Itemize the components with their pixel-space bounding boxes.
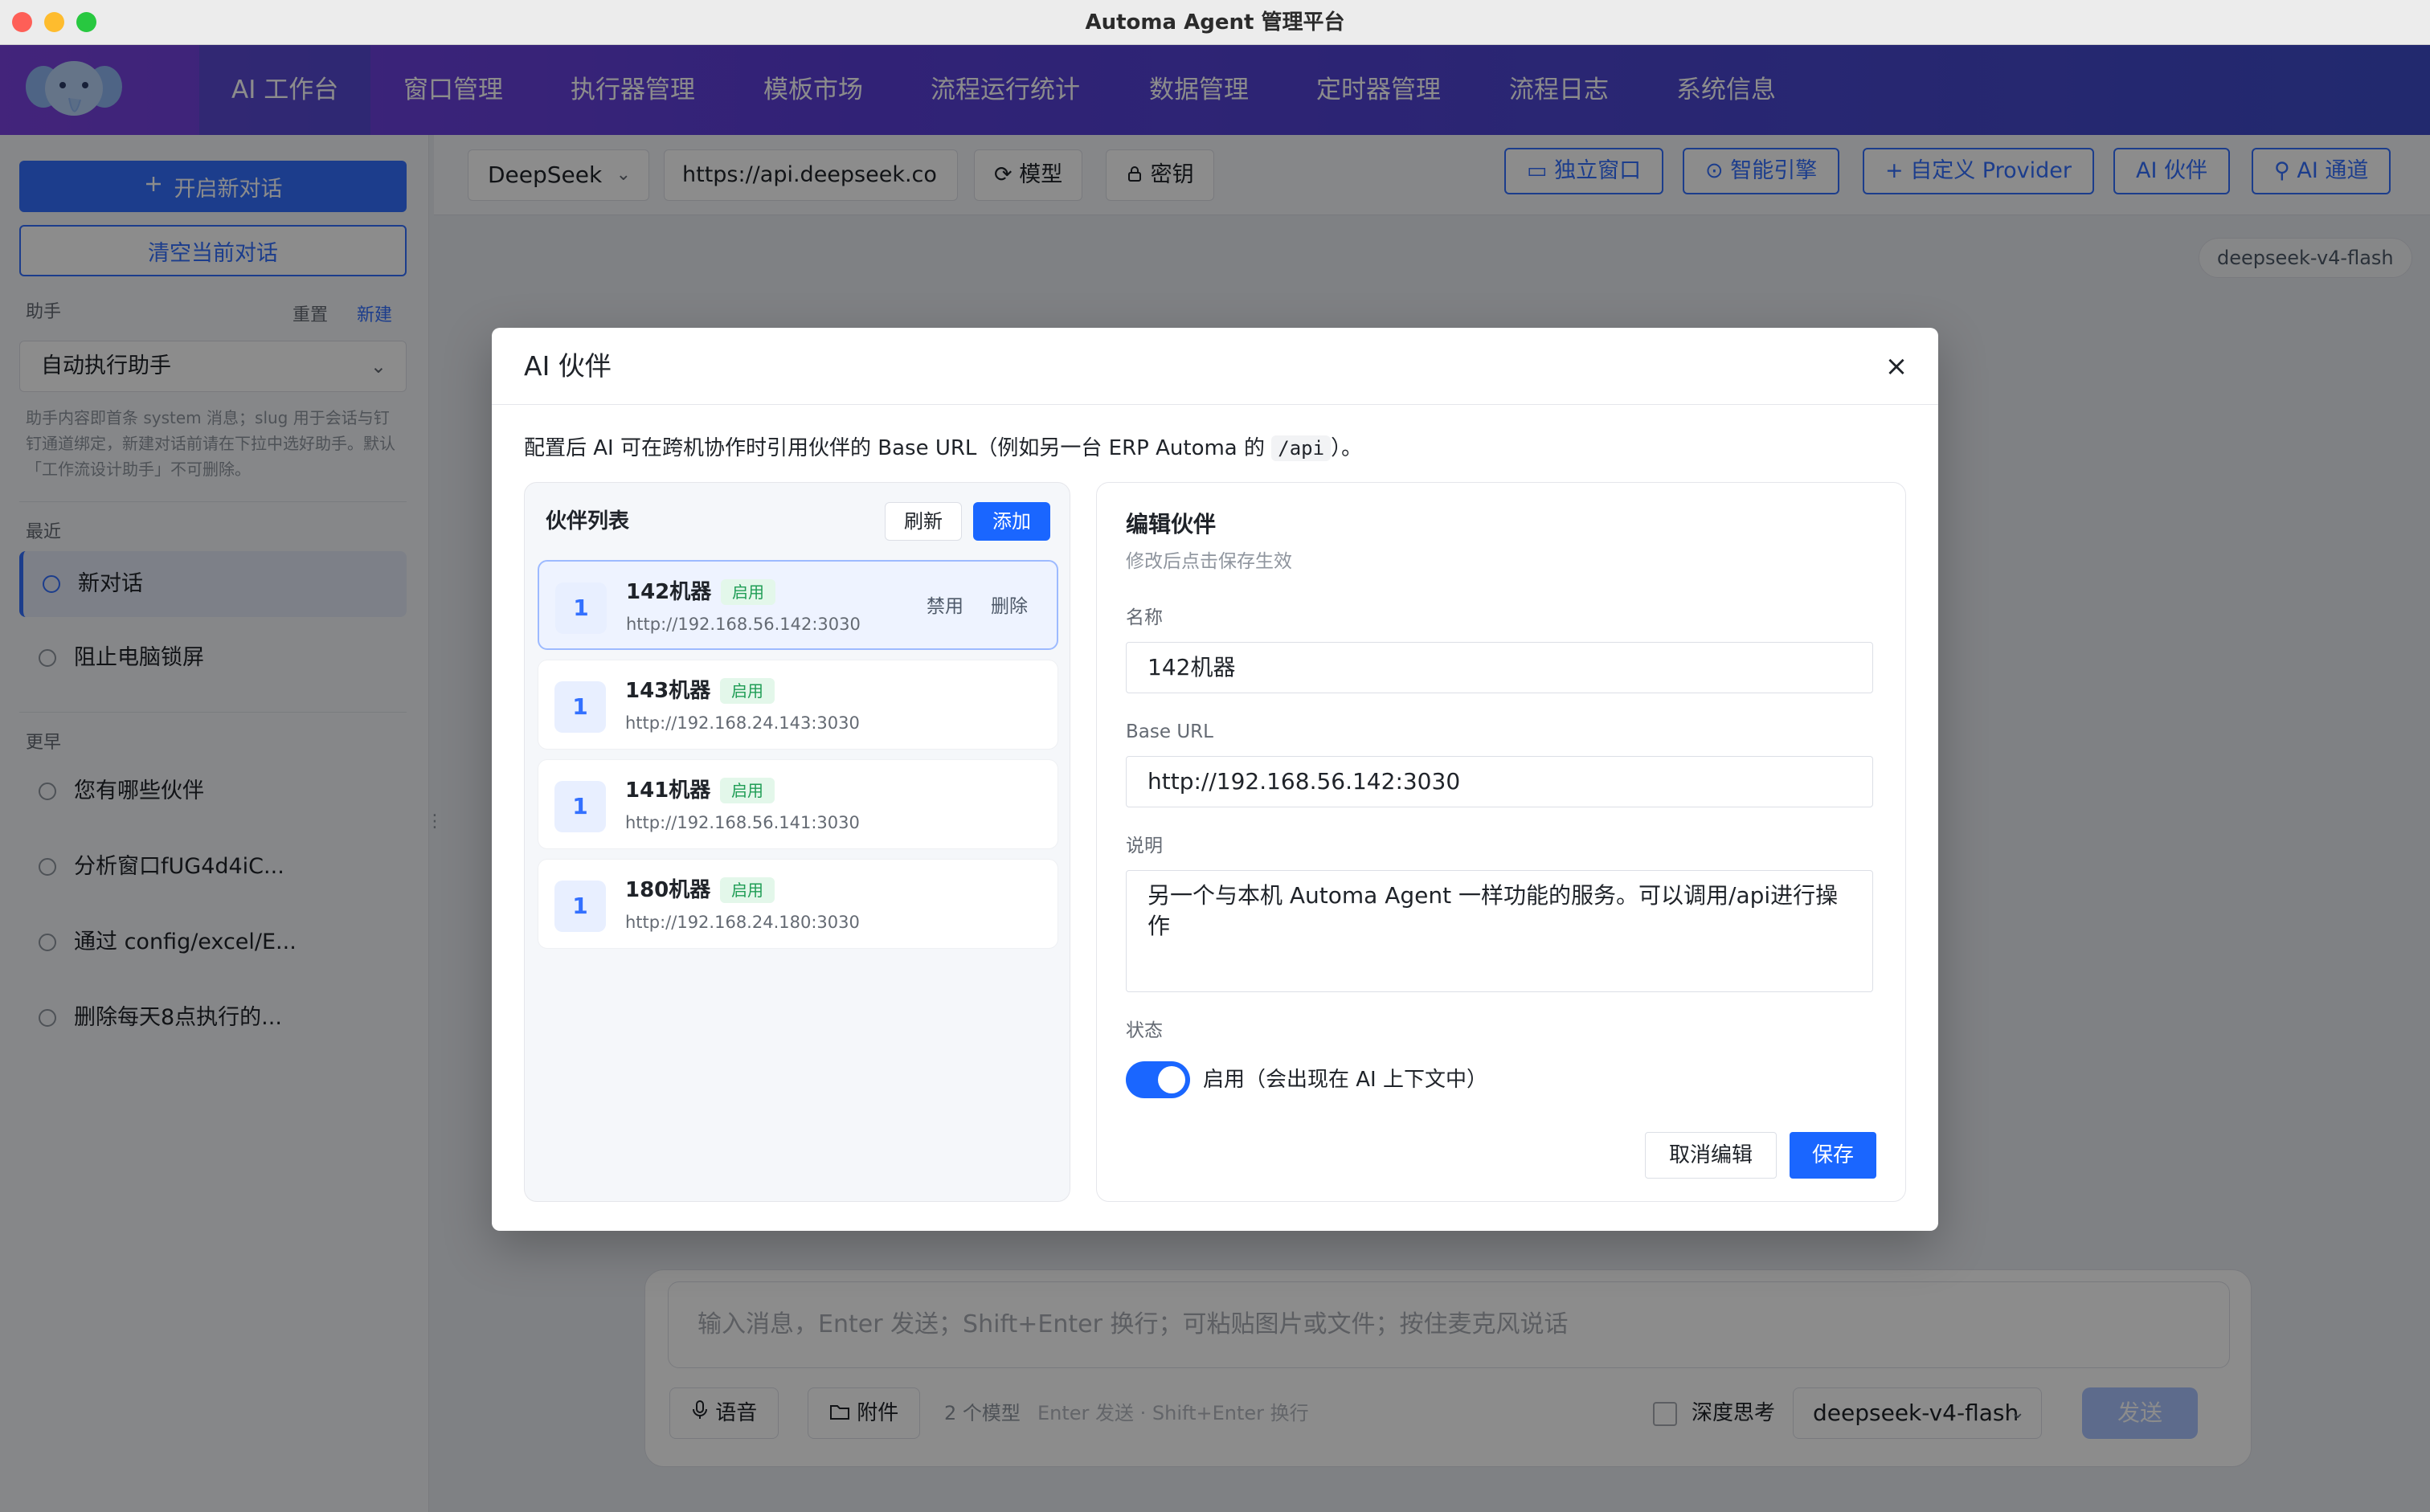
partner-url: http://192.168.24.180:3030 — [625, 913, 860, 932]
modal-header: AI 伙伴 × — [492, 328, 1938, 405]
disable-partner-button[interactable]: 禁用 — [927, 590, 963, 623]
modal-description: 配置后 AI 可在跨机协作时引用伙伴的 Base URL（例如另一台 ERP A… — [524, 429, 1362, 468]
name-field[interactable]: 142机器 — [1126, 642, 1873, 693]
partner-url: http://192.168.24.143:3030 — [625, 713, 860, 733]
status-toggle-label: 启用（会出现在 AI 上下文中） — [1203, 1068, 1487, 1092]
save-button[interactable]: 保存 — [1790, 1132, 1876, 1179]
partner-number: 1 — [554, 881, 606, 932]
cancel-edit-button[interactable]: 取消编辑 — [1645, 1132, 1777, 1179]
partner-url: http://192.168.56.141:3030 — [625, 813, 860, 832]
base-url-field[interactable]: http://192.168.56.142:3030 — [1126, 756, 1873, 807]
toggle-knob — [1158, 1066, 1185, 1093]
partner-list-title: 伙伴列表 — [546, 509, 630, 533]
refresh-partners-button[interactable]: 刷新 — [885, 502, 962, 541]
name-field-label: 名称 — [1126, 607, 1163, 628]
partner-url: http://192.168.56.142:3030 — [626, 615, 861, 634]
partner-name: 180机器 — [625, 878, 711, 902]
partner-number: 1 — [554, 781, 606, 832]
description-field[interactable]: 另一个与本机 Automa Agent 一样功能的服务。可以调用/api进行操作 — [1126, 870, 1873, 992]
window-title: Automa Agent 管理平台 — [1085, 10, 1345, 35]
partner-name: 143机器 — [625, 679, 711, 703]
partner-name: 142机器 — [626, 580, 712, 604]
partner-name: 141机器 — [625, 778, 711, 803]
edit-partner-title: 编辑伙伴 — [1126, 511, 1217, 537]
status-badge: 启用 — [720, 877, 775, 903]
partner-item[interactable]: 1 143机器 启用 http://192.168.24.143:3030 — [538, 660, 1058, 750]
partner-list-panel: 伙伴列表 刷新 添加 1 142机器 启用 http://192.168.56.… — [524, 482, 1070, 1202]
partner-item[interactable]: 1 180机器 启用 http://192.168.24.180:3030 — [538, 859, 1058, 949]
api-path-code: /api — [1271, 435, 1332, 461]
partner-item[interactable]: 1 141机器 启用 http://192.168.56.141:3030 — [538, 759, 1058, 849]
status-field-label: 状态 — [1126, 1020, 1163, 1041]
modal-title: AI 伙伴 — [524, 350, 612, 382]
base-url-field-label: Base URL — [1126, 721, 1213, 742]
partner-number: 1 — [555, 582, 607, 634]
modal-description-end: ）。 — [1331, 436, 1363, 460]
modal-description-text: 配置后 AI 可在跨机协作时引用伙伴的 Base URL（例如另一台 ERP A… — [524, 436, 1272, 460]
partner-item[interactable]: 1 142机器 启用 http://192.168.56.142:3030 禁用… — [538, 560, 1058, 650]
status-badge: 启用 — [720, 678, 775, 704]
ai-partner-modal: AI 伙伴 × 配置后 AI 可在跨机协作时引用伙伴的 Base URL（例如另… — [492, 328, 1938, 1231]
close-icon[interactable]: × — [1877, 347, 1916, 386]
status-toggle[interactable] — [1126, 1061, 1190, 1098]
status-badge: 启用 — [721, 579, 775, 605]
add-partner-button[interactable]: 添加 — [973, 502, 1050, 541]
window-titlebar: Automa Agent 管理平台 — [0, 0, 2430, 45]
delete-partner-button[interactable]: 删除 — [991, 590, 1028, 623]
edit-partner-panel: 编辑伙伴 修改后点击保存生效 名称 142机器 Base URL http://… — [1096, 482, 1906, 1202]
description-field-label: 说明 — [1126, 836, 1163, 856]
edit-partner-subtitle: 修改后点击保存生效 — [1126, 551, 1292, 572]
partner-number: 1 — [554, 681, 606, 733]
status-badge: 启用 — [720, 778, 775, 803]
